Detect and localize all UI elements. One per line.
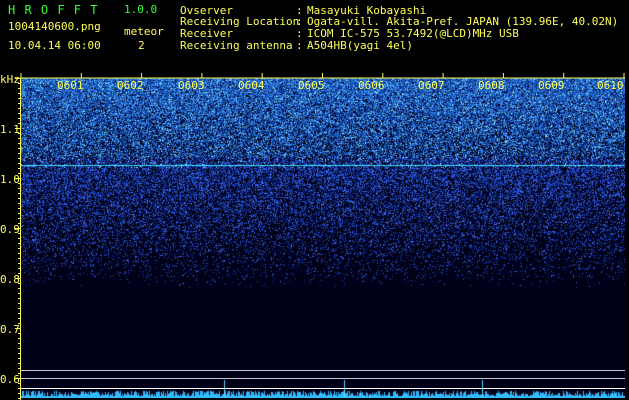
x-tick-label: 0601 [57, 79, 84, 92]
x-tick-label: 0609 [538, 79, 565, 92]
y-tick-label: 1.1 [0, 123, 20, 136]
y-tick-label: 0.6 [0, 373, 20, 386]
y-tick-label: 0.9 [0, 223, 20, 236]
y-tick-label: 0.8 [0, 273, 20, 286]
spectrogram-axes [15, 73, 625, 400]
y-tick-label: 0.7 [0, 323, 20, 336]
x-tick-label: 0606 [358, 79, 385, 92]
y-axis-unit: kHz [0, 73, 20, 86]
x-tick-label: 0605 [298, 79, 325, 92]
y-tick-label: 1.0 [0, 173, 20, 186]
x-tick-label: 0608 [478, 79, 505, 92]
x-tick-label: 0602 [117, 79, 144, 92]
x-tick-label: 0607 [418, 79, 445, 92]
x-tick-label: 0610 [597, 79, 624, 92]
x-tick-label: 0604 [238, 79, 265, 92]
x-tick-label: 0603 [178, 79, 205, 92]
